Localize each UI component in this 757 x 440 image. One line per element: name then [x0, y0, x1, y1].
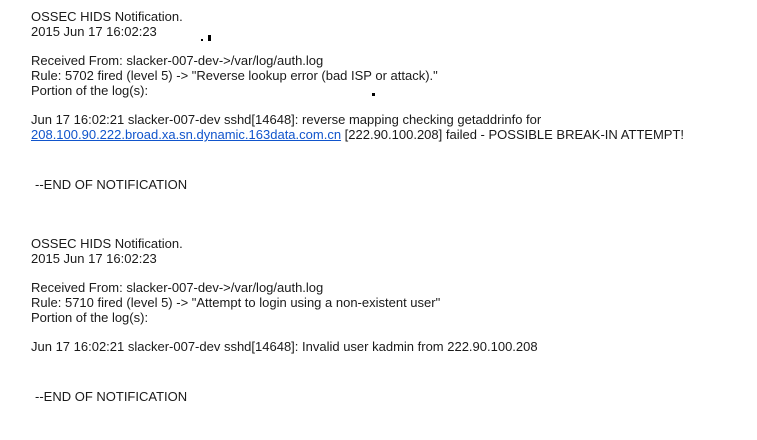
log-text: [222.90.100.208] failed - POSSIBLE BREAK… — [341, 127, 685, 142]
log-text: Jun 17 16:02:21 slacker-007-dev sshd[146… — [31, 112, 542, 127]
email-body: OSSEC HIDS Notification. 2015 Jun 17 16:… — [31, 9, 731, 404]
notification-block: OSSEC HIDS Notification. 2015 Jun 17 16:… — [31, 236, 731, 404]
notification-title: OSSEC HIDS Notification. — [31, 236, 183, 251]
log-line: Jun 17 16:02:21 slacker-007-dev sshd[146… — [31, 339, 538, 354]
received-from: Received From: slacker-007-dev->/var/log… — [31, 53, 324, 68]
rule-line: Rule: 5710 fired (level 5) -> "Attempt t… — [31, 295, 441, 310]
hostname-link[interactable]: 208.100.90.222.broad.xa.sn.dynamic.163da… — [31, 127, 341, 142]
artifact-dot — [208, 35, 211, 41]
rule-line: Rule: 5702 fired (level 5) -> "Reverse l… — [31, 68, 438, 83]
artifact-dot — [201, 39, 203, 41]
notification-title: OSSEC HIDS Notification. — [31, 9, 183, 24]
artifact-dot — [372, 93, 375, 96]
notification-block: OSSEC HIDS Notification. 2015 Jun 17 16:… — [31, 9, 731, 192]
portion-label: Portion of the log(s): — [31, 83, 149, 98]
notification-timestamp: 2015 Jun 17 16:02:23 — [31, 24, 157, 39]
end-of-notification: --END OF NOTIFICATION — [35, 177, 188, 192]
end-of-notification: --END OF NOTIFICATION — [35, 389, 188, 404]
log-line: Jun 17 16:02:21 slacker-007-dev sshd[146… — [31, 112, 711, 142]
received-from: Received From: slacker-007-dev->/var/log… — [31, 280, 324, 295]
portion-label: Portion of the log(s): — [31, 310, 149, 325]
notification-timestamp: 2015 Jun 17 16:02:23 — [31, 251, 157, 266]
